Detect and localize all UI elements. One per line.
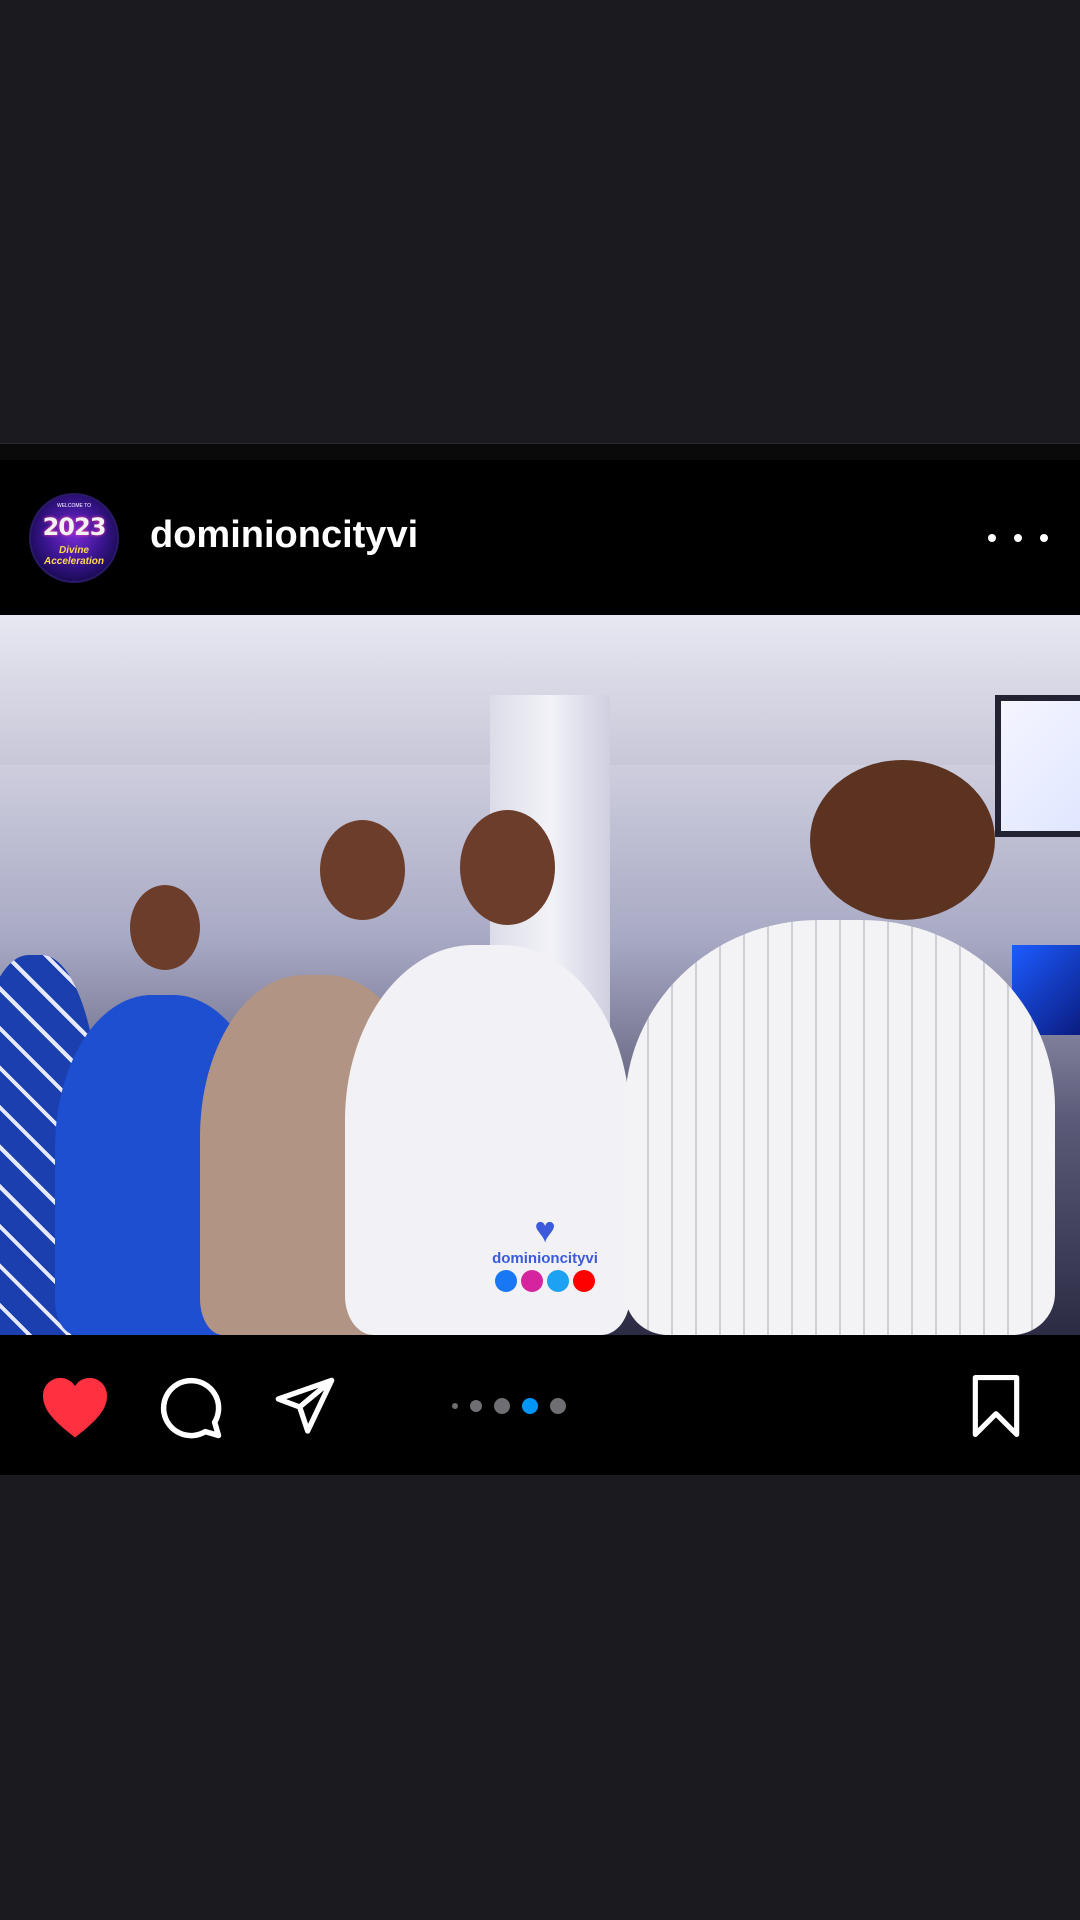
youtube-icon — [573, 1270, 595, 1292]
bookmark-icon[interactable] — [968, 1375, 1024, 1437]
avatar[interactable]: WELCOME TO 2023 Divine Acceleration — [29, 493, 119, 583]
more-dot — [988, 534, 996, 542]
top-empty-area — [0, 0, 1080, 443]
watermark-heart-icon: ♥ — [534, 1209, 556, 1250]
photo-screen — [995, 695, 1080, 837]
photo-head — [810, 760, 995, 920]
carousel-dot — [452, 1403, 458, 1409]
photo-head — [320, 820, 405, 920]
photo-watermark: ♥ dominioncityvi — [470, 1210, 620, 1292]
instagram-icon — [521, 1270, 543, 1292]
watermark-social-icons — [470, 1270, 620, 1292]
photo-person — [625, 920, 1055, 1335]
carousel-dot-active — [522, 1398, 538, 1414]
post-actions-bar — [0, 1335, 1080, 1475]
comment-icon[interactable] — [158, 1375, 224, 1441]
send-icon[interactable] — [272, 1375, 338, 1439]
twitter-icon — [547, 1270, 569, 1292]
photo-head — [460, 810, 555, 925]
carousel-dots — [452, 1398, 566, 1414]
username-link[interactable]: dominioncityvi — [150, 514, 418, 557]
post-photo[interactable]: ♥ dominioncityvi — [0, 615, 1080, 1335]
avatar-year-text: 2023 — [42, 513, 107, 541]
more-dot — [1014, 534, 1022, 542]
post-separator — [0, 443, 1080, 461]
avatar-welcome-text: WELCOME TO — [57, 503, 91, 509]
bottom-empty-area — [0, 1475, 1080, 1920]
watermark-text: dominioncityvi — [492, 1250, 598, 1267]
heart-filled-icon[interactable] — [40, 1375, 110, 1439]
more-dot — [1040, 534, 1048, 542]
facebook-icon — [495, 1270, 517, 1292]
carousel-dot — [470, 1400, 482, 1412]
carousel-dot — [550, 1398, 566, 1414]
photo-head — [130, 885, 200, 970]
carousel-dot — [494, 1398, 510, 1414]
more-options-icon[interactable] — [988, 520, 1048, 556]
avatar-tagline: Divine Acceleration — [43, 545, 105, 567]
post-header: WELCOME TO 2023 Divine Acceleration domi… — [0, 460, 1080, 615]
